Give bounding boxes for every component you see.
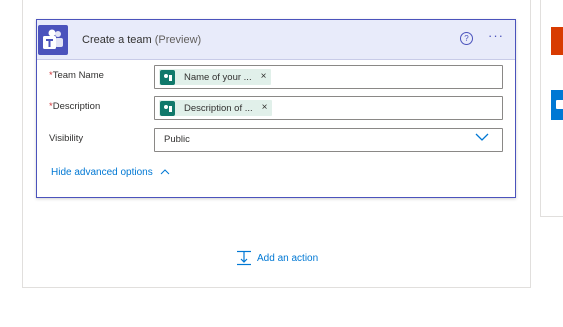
close-icon[interactable]: × [262, 101, 268, 115]
team-name-token-label: Name of your ... [184, 71, 252, 83]
forms-icon [160, 100, 175, 116]
visibility-value: Public [164, 134, 190, 145]
add-action-button[interactable]: Add an action [236, 249, 318, 267]
chevron-up-icon [160, 167, 170, 178]
office-app-icon[interactable] [551, 27, 563, 55]
description-label: *Description [49, 101, 100, 112]
team-name-field[interactable]: Name of your ... × [154, 65, 503, 89]
add-action-label: Add an action [257, 252, 319, 264]
more-options-icon[interactable]: ··· [488, 28, 506, 44]
create-team-action-card: Create a team (Preview) ? ··· *Team Name… [36, 19, 516, 198]
visibility-label: Visibility [49, 133, 84, 144]
description-token-label: Description of ... [184, 102, 253, 114]
visibility-select[interactable]: Public [154, 128, 503, 152]
help-icon[interactable]: ? [460, 32, 473, 45]
hide-advanced-options-label: Hide advanced options [51, 167, 153, 178]
card-title-suffix: (Preview) [154, 34, 202, 46]
forms-icon [160, 69, 175, 85]
description-label-text: Description [52, 101, 101, 112]
chevron-down-icon[interactable] [475, 132, 489, 142]
card-title-text: Create a team [82, 34, 152, 46]
card-header[interactable]: Create a team (Preview) ? ··· [37, 20, 515, 60]
team-name-label-text: Team Name [52, 70, 104, 81]
description-token[interactable]: Description of ... × [159, 100, 273, 116]
team-name-label: *Team Name [49, 70, 104, 81]
close-icon[interactable]: × [261, 70, 267, 84]
hide-advanced-options-link[interactable]: Hide advanced options [51, 167, 170, 178]
teams-icon [38, 25, 68, 55]
description-field[interactable]: Description of ... × [154, 96, 503, 120]
add-action-icon [237, 250, 251, 266]
outlook-app-icon[interactable] [551, 90, 563, 120]
team-name-token[interactable]: Name of your ... × [159, 69, 272, 85]
card-title: Create a team (Preview) [82, 34, 201, 46]
